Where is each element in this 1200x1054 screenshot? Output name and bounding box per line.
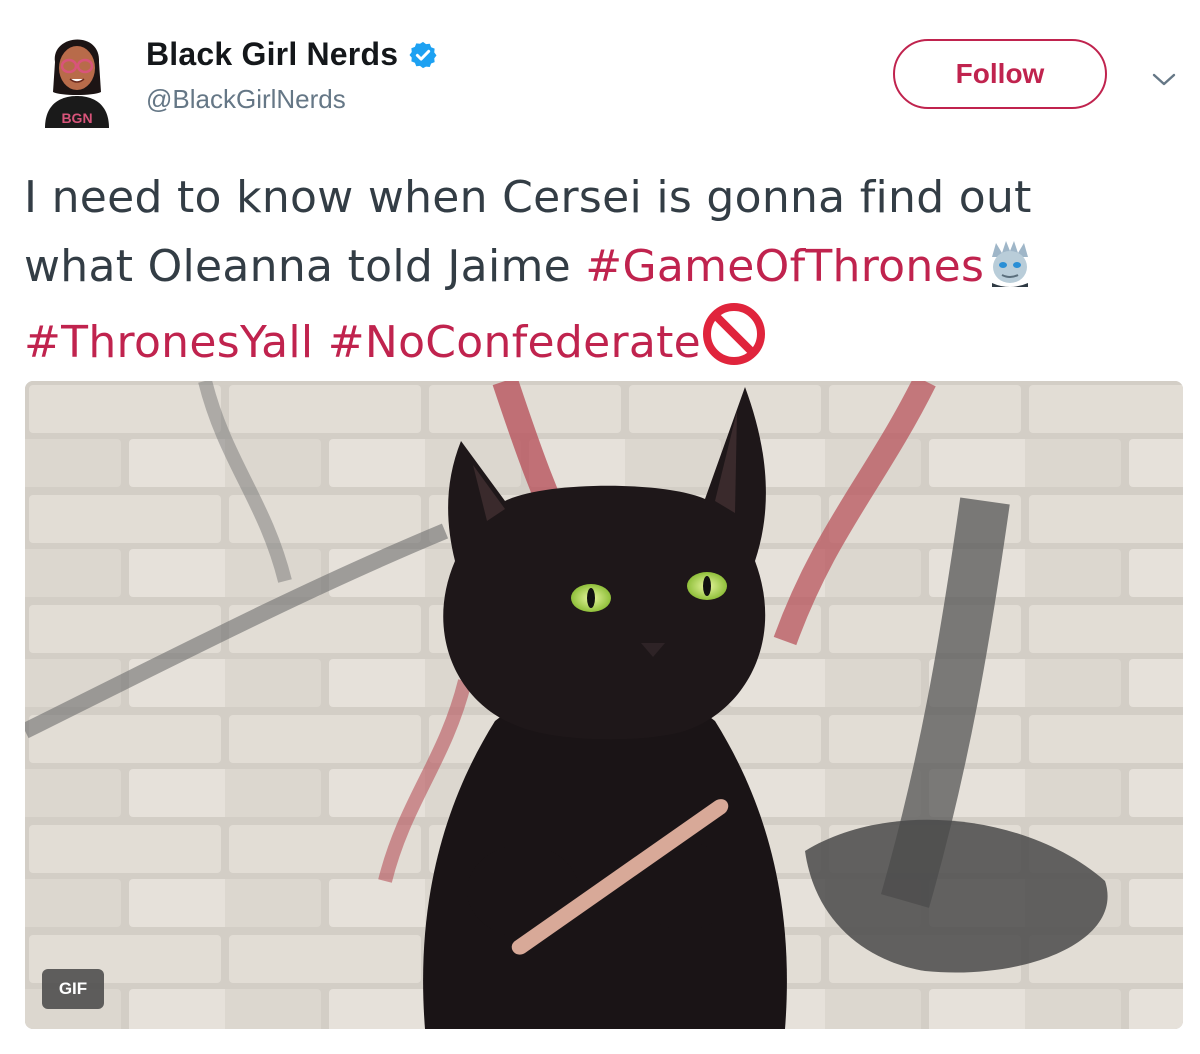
night-king-icon bbox=[984, 237, 1036, 309]
chevron-down-icon[interactable] bbox=[1150, 66, 1178, 94]
tweet-text-line: #ThronesYall #NoConfederate bbox=[24, 301, 1184, 370]
follow-button[interactable]: Follow bbox=[893, 39, 1107, 109]
hashtag-link[interactable]: #NoConfederate bbox=[328, 317, 701, 368]
hashtag-link[interactable]: #ThronesYall bbox=[24, 317, 313, 368]
author-handle[interactable]: @BlackGirlNerds bbox=[146, 84, 346, 115]
tweet-media-gif[interactable]: GIF bbox=[25, 381, 1183, 1029]
tweet-text-segment: I need to know when Cersei is gonna find… bbox=[24, 172, 1032, 223]
hashtag-link[interactable]: #GameOfThrones bbox=[585, 241, 984, 292]
cat-filing-nails-image bbox=[25, 381, 1183, 1029]
author-name-row: Black Girl Nerds bbox=[146, 36, 438, 73]
gif-badge: GIF bbox=[42, 969, 104, 1009]
avatar[interactable]: BGN bbox=[33, 22, 119, 128]
tweet-text-segment bbox=[313, 317, 327, 368]
prohibited-icon bbox=[701, 301, 767, 387]
tweet-text: I need to know when Cersei is gonna find… bbox=[24, 163, 1184, 370]
tweet-text-line: what Oleanna told Jaime #GameOfThrones bbox=[24, 232, 1184, 301]
tweet-text-segment: what Oleanna told Jaime bbox=[24, 241, 586, 292]
verified-badge-icon bbox=[408, 40, 438, 70]
author-display-name[interactable]: Black Girl Nerds bbox=[146, 36, 398, 73]
avatar-logo-text: BGN bbox=[61, 110, 92, 126]
tweet-text-line: I need to know when Cersei is gonna find… bbox=[24, 163, 1184, 232]
